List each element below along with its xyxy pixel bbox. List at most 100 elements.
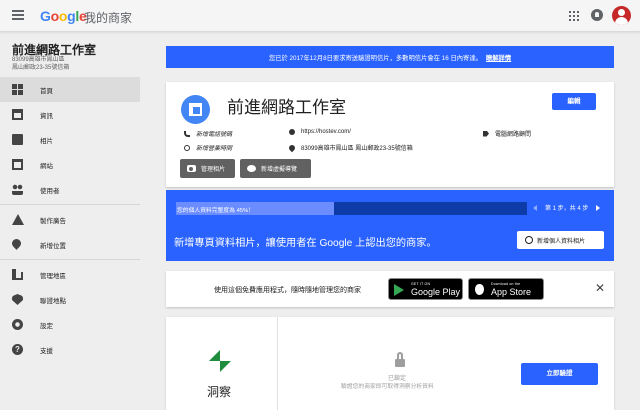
manage-photos-label: 管理相片: [201, 167, 226, 173]
sidebar-item-label: 相片: [40, 137, 53, 145]
sidebar-divider: [0, 259, 140, 260]
address-line-1: 83099高雄市鳳山區: [12, 57, 65, 63]
sidebar-item-website[interactable]: 網站: [0, 152, 140, 177]
phone-icon: [184, 130, 190, 137]
chevron-left-icon[interactable]: [533, 204, 537, 211]
virtual-tour-icon: [247, 165, 256, 172]
sidebar-item-label: 製作廣告: [40, 217, 66, 225]
sidebar-item-label: 使用者: [40, 187, 60, 195]
verification-banner: 您已於 2017年12月8日要求寄送驗證明信片，多數明信片會在 16 日內寄達。…: [166, 46, 614, 68]
sidebar-business-address: 83099高雄市鳳山區 鳳山郵政23-35號信箱: [12, 56, 69, 72]
close-icon[interactable]: ✕: [595, 282, 605, 294]
sidebar-item-support[interactable]: ? 支援: [0, 337, 140, 362]
app-title: 我的商家: [84, 11, 133, 25]
sidebar-item-label: 聯證地點: [40, 297, 66, 305]
top-app-bar: Google 我的商家: [0, 0, 640, 32]
manage-locations-icon: [12, 269, 23, 280]
category-text: 電腦網路顧問: [495, 132, 532, 138]
app-promo-text: 使用這個免費應用程式，隨時隨地管理您的商家: [214, 287, 361, 294]
app-store-big-text: App Store: [491, 287, 532, 297]
store-icon: [181, 95, 210, 124]
app-store-small-text: Download on the: [491, 282, 521, 286]
add-profile-photo-label: 新增個人資料相片: [537, 238, 586, 245]
sidebar-item-label: 網站: [40, 162, 53, 170]
sidebar-item-linked-accounts[interactable]: 聯證地點: [0, 287, 140, 312]
linked-accounts-icon: [12, 294, 23, 305]
card-divider: [277, 317, 278, 410]
add-tour-label: 新增虛擬導覽: [261, 167, 298, 173]
business-title: 前進網路工作室: [227, 98, 346, 117]
apps-icon[interactable]: [569, 11, 579, 21]
edit-button[interactable]: 編輯: [552, 93, 596, 110]
add-phone-link[interactable]: 新增電話號碼: [184, 129, 232, 138]
menu-icon[interactable]: [12, 10, 24, 20]
website-link[interactable]: https://hostev.com/: [289, 129, 351, 135]
location-icon: [10, 237, 23, 250]
insights-card: 洞察 已鎖定 驗證您的商家即可取得洞察分析資料 立即驗證: [166, 317, 614, 410]
notifications-icon[interactable]: [591, 9, 603, 21]
profile-completion-card: 您的個人資料完整度為 45%！ 第 1 步，共 4 步 新增專頁資料相片，讓使用…: [166, 190, 614, 261]
camera-icon: [187, 165, 196, 172]
adwords-icon: [12, 214, 24, 225]
add-hours-link[interactable]: 新增營業時間: [184, 143, 232, 152]
home-icon: [12, 84, 23, 95]
sidebar-item-label: 支援: [40, 347, 53, 355]
sidebar-item-label: 管理地區: [40, 272, 66, 280]
globe-icon: [289, 129, 295, 135]
manage-photos-button[interactable]: 管理相片: [180, 159, 235, 178]
progress-message: 新增專頁資料相片，讓使用者在 Google 上認出您的商家。: [174, 238, 437, 249]
category-link[interactable]: 電腦網路顧問: [483, 129, 531, 138]
sidebar-divider: [0, 204, 140, 205]
account-circle-icon: [525, 236, 533, 244]
google-logo[interactable]: Google: [40, 8, 87, 24]
sidebar-item-info[interactable]: 資訊: [0, 102, 140, 127]
lock-icon: [395, 352, 405, 367]
users-icon: [12, 184, 23, 195]
store-info-icon: [12, 109, 23, 120]
add-profile-photo-button[interactable]: 新增個人資料相片: [517, 231, 604, 249]
phone-label: 新增電話號碼: [196, 132, 233, 138]
sidebar-item-photos[interactable]: 相片: [0, 127, 140, 152]
learn-more-link[interactable]: 瞭解詳情: [486, 53, 511, 62]
sidebar-item-home[interactable]: 首頁: [0, 77, 140, 102]
sidebar-item-create-ad[interactable]: 製作廣告: [0, 207, 140, 232]
tag-icon: [483, 130, 489, 137]
insights-title: 洞察: [207, 385, 232, 399]
hours-label: 新增營業時間: [196, 146, 233, 152]
sidebar-item-users[interactable]: 使用者: [0, 177, 140, 202]
sidebar-item-label: 首頁: [40, 87, 53, 95]
google-play-small-text: GET IT ON: [411, 282, 431, 286]
apple-icon: [475, 284, 484, 295]
sidebar-nav: 首頁 資訊 相片 網站 使用者 製作廣告 新增位置 管理地區 聯證地點 設定 ?…: [0, 77, 140, 362]
sidebar: 前進網路工作室 83099高雄市鳳山區 鳳山郵政23-35號信箱 首頁 資訊 相…: [0, 33, 140, 410]
address-link[interactable]: 83099高雄市鳳山區 鳳山郵政23-35號信箱: [287, 143, 413, 152]
sidebar-item-label: 設定: [40, 322, 53, 330]
settings-icon: [12, 319, 23, 330]
sidebar-item-label: 資訊: [40, 112, 53, 120]
google-play-badge[interactable]: GET IT ON Google Play: [388, 278, 463, 300]
address-line-2: 鳳山郵政23-35號信箱: [12, 65, 70, 71]
insights-arrows-icon: [209, 350, 231, 372]
sidebar-item-add-location[interactable]: 新增位置: [0, 232, 140, 257]
step-counter: 第 1 步，共 4 步: [545, 206, 589, 212]
website-text: https://hostev.com/: [301, 129, 351, 135]
sidebar-item-label: 新增位置: [40, 242, 66, 250]
app-store-badge[interactable]: Download on the App Store: [468, 278, 544, 300]
sidebar-item-settings[interactable]: 設定: [0, 312, 140, 337]
google-play-big-text: Google Play: [411, 287, 461, 297]
help-icon: ?: [12, 344, 23, 355]
chevron-right-icon[interactable]: [596, 204, 601, 211]
website-icon: [12, 159, 23, 170]
location-pin-icon: [287, 143, 297, 152]
business-profile-card: 前進網路工作室 編輯 新增電話號碼 新增營業時間 https://hostev.…: [166, 82, 614, 187]
verify-now-button[interactable]: 立即驗證: [521, 363, 598, 385]
account-avatar[interactable]: [612, 6, 631, 25]
progress-label: 您的個人資料完整度為 45%！: [177, 208, 254, 214]
sidebar-item-manage-locations[interactable]: 管理地區: [0, 262, 140, 287]
add-virtual-tour-button[interactable]: 新增虛擬導覽: [240, 159, 311, 178]
photos-icon: [12, 134, 23, 145]
locked-description: 驗證您的商家即可取得洞察分析資料: [341, 384, 434, 390]
clock-icon: [184, 144, 190, 151]
banner-text: 您已於 2017年12月8日要求寄送驗證明信片，多數明信片會在 16 日內寄達。: [268, 54, 482, 62]
address-text: 83099高雄市鳳山區 鳳山郵政23-35號信箱: [301, 146, 413, 152]
